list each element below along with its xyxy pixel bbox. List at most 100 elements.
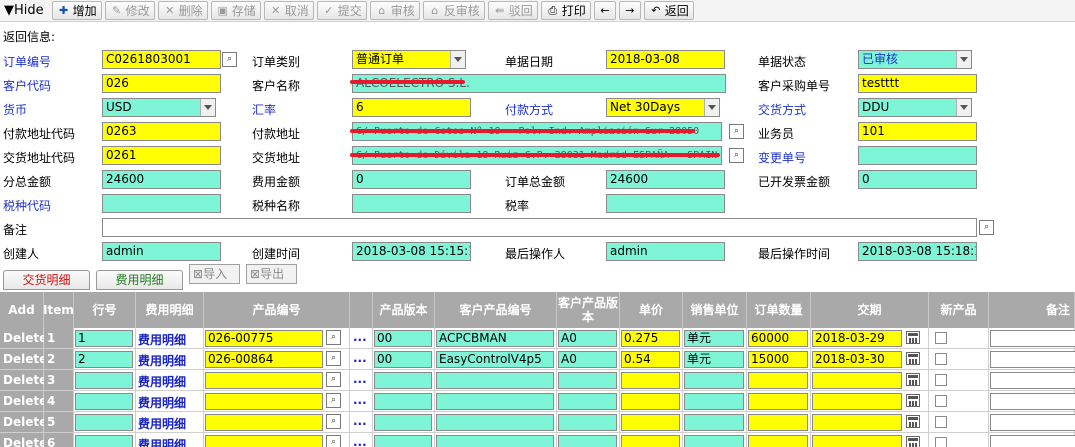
order-no-label[interactable]: 订单编号 (3, 53, 51, 70)
payment-method-label[interactable]: 付款方式 (505, 101, 553, 118)
date-input[interactable] (812, 414, 902, 431)
date-input[interactable] (812, 372, 902, 389)
order-total-field[interactable]: 24600 (606, 170, 725, 189)
qty-input[interactable]: 60000 (748, 330, 808, 347)
product-input[interactable]: 026-00864 (205, 351, 323, 368)
lookup-icon[interactable]: ⌕ (979, 220, 994, 235)
tab-fee[interactable]: 费用明细 (96, 270, 183, 290)
change-no-field[interactable] (858, 146, 977, 165)
reject-button[interactable]: ⇚ 驳回 (487, 1, 538, 20)
hide-toggle[interactable]: ▼Hide (4, 3, 44, 18)
fee-detail-link[interactable]: 费用明细 (138, 373, 186, 390)
cust-version-input[interactable] (558, 435, 617, 447)
calendar-icon[interactable] (906, 394, 920, 407)
line-input[interactable] (75, 372, 133, 389)
lookup-icon[interactable]: ⌕ (326, 435, 341, 447)
cust-product-input[interactable] (436, 393, 554, 410)
delete-row-button[interactable]: Delete (0, 370, 47, 391)
unaudit-button[interactable]: ⌂ 反审核 (422, 1, 485, 20)
version-input[interactable] (374, 393, 432, 410)
product-input[interactable] (205, 414, 323, 431)
more-icon[interactable]: ... (353, 435, 367, 447)
order-no-field[interactable]: C0261803001 (102, 50, 221, 69)
last-operated-at-field[interactable]: 2018-03-08 15:18:11 (858, 242, 977, 261)
product-input[interactable]: 026-00775 (205, 330, 323, 347)
cust-product-input[interactable] (436, 372, 554, 389)
new-product-checkbox[interactable] (935, 416, 947, 428)
currency-select[interactable]: USD (102, 98, 216, 117)
created-at-field[interactable]: 2018-03-08 15:15:19 (352, 242, 471, 261)
lookup-icon[interactable]: ⌕ (326, 414, 341, 429)
tax-code-field[interactable] (102, 194, 221, 213)
delete-row-button[interactable]: Delete (0, 349, 47, 370)
fee-amount-field[interactable]: 0 (352, 170, 471, 189)
cust-version-input[interactable] (558, 372, 617, 389)
remark-field[interactable] (102, 218, 977, 237)
lookup-icon[interactable]: ⌕ (326, 393, 341, 408)
qty-input[interactable]: 15000 (748, 351, 808, 368)
add-button[interactable]: ✚ 增加 (51, 1, 102, 20)
submit-button[interactable]: ✓ 提交 (316, 1, 367, 20)
new-product-checkbox[interactable] (935, 395, 947, 407)
ship-addr-code-field[interactable]: 0261 (102, 146, 221, 165)
calendar-icon[interactable] (906, 415, 920, 428)
new-product-checkbox[interactable] (935, 374, 947, 386)
version-input[interactable] (374, 435, 432, 447)
customer-code-field[interactable]: 026 (102, 74, 221, 93)
price-input[interactable]: 0.275 (621, 330, 680, 347)
cust-version-input[interactable]: A0 (558, 330, 617, 347)
delete-row-button[interactable]: Delete (0, 391, 47, 412)
order-type-select[interactable]: 普通订单 (352, 50, 466, 69)
qty-input[interactable] (748, 435, 808, 447)
delivery-method-label[interactable]: 交货方式 (758, 101, 806, 118)
fee-detail-link[interactable]: 费用明细 (138, 394, 186, 411)
creator-field[interactable]: admin (102, 242, 221, 261)
new-product-checkbox[interactable] (935, 437, 947, 447)
remark-input[interactable] (990, 435, 1075, 447)
price-input[interactable] (621, 372, 680, 389)
lookup-icon[interactable]: ⌕ (326, 372, 341, 387)
import-button[interactable]: ⊠导入 (189, 264, 240, 284)
line-input[interactable] (75, 414, 133, 431)
line-input[interactable] (75, 435, 133, 447)
cust-product-input[interactable]: ACPCBMAN (436, 330, 554, 347)
last-operator-field[interactable]: admin (606, 242, 725, 261)
calendar-icon[interactable] (906, 436, 920, 447)
print-button[interactable]: ⎙ 打印 (540, 1, 591, 20)
payment-method-select[interactable]: Net 30Days (606, 98, 720, 117)
date-input[interactable] (812, 435, 902, 447)
subtotal-field[interactable]: 24600 (102, 170, 221, 189)
fee-detail-link[interactable]: 费用明细 (138, 436, 186, 447)
cust-version-input[interactable]: A0 (558, 351, 617, 368)
price-input[interactable] (621, 435, 680, 447)
line-input[interactable]: 2 (75, 351, 133, 368)
product-input[interactable] (205, 435, 323, 447)
new-product-checkbox[interactable] (935, 353, 947, 365)
customer-po-field[interactable]: testttt (858, 74, 977, 93)
qty-input[interactable] (748, 372, 808, 389)
tab-delivery[interactable]: 交货明细 (3, 270, 90, 290)
unit-input[interactable]: 单元 (684, 351, 744, 368)
invoiced-field[interactable]: 0 (858, 170, 977, 189)
rate-field[interactable]: 6 (352, 98, 471, 117)
audit-button[interactable]: ⌂ 审核 (369, 1, 420, 20)
next-button[interactable]: → (618, 1, 641, 20)
product-input[interactable] (205, 372, 323, 389)
cust-version-input[interactable] (558, 414, 617, 431)
version-input[interactable] (374, 372, 432, 389)
lookup-icon[interactable]: ⌕ (326, 330, 341, 345)
unit-input[interactable] (684, 372, 744, 389)
cust-product-input[interactable] (436, 435, 554, 447)
more-icon[interactable]: ... (353, 393, 367, 407)
calendar-icon[interactable] (906, 331, 920, 344)
version-input[interactable]: 00 (374, 330, 432, 347)
more-icon[interactable]: ... (353, 372, 367, 386)
delete-row-button[interactable]: Delete (0, 328, 47, 349)
calendar-icon[interactable] (906, 373, 920, 386)
more-icon[interactable]: ... (353, 351, 367, 365)
date-input[interactable]: 2018-03-29 (812, 330, 902, 347)
delivery-method-select[interactable]: DDU (858, 98, 972, 117)
calendar-icon[interactable] (906, 352, 920, 365)
tax-name-field[interactable] (352, 194, 471, 213)
currency-label[interactable]: 货币 (3, 101, 27, 118)
